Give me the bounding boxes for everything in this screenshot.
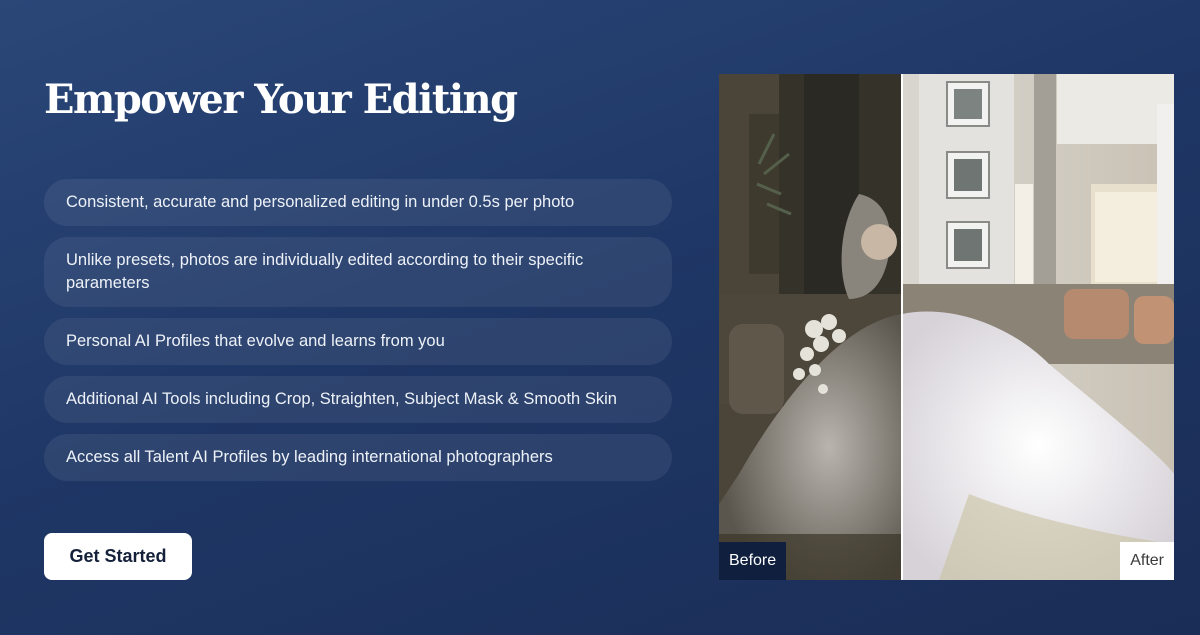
before-after-slider[interactable]: Before After: [719, 74, 1174, 580]
after-label: After: [1120, 542, 1174, 580]
feature-list: Consistent, accurate and personalized ed…: [44, 179, 672, 492]
feature-item: Unlike presets, photos are individually …: [44, 237, 672, 307]
feature-item: Consistent, accurate and personalized ed…: [44, 179, 672, 226]
feature-item: Additional AI Tools including Crop, Stra…: [44, 376, 672, 423]
before-label: Before: [719, 542, 787, 580]
slider-handle[interactable]: [901, 74, 903, 580]
get-started-button[interactable]: Get Started: [44, 533, 192, 580]
section-title: Empower Your Editing: [44, 76, 518, 123]
feature-item: Personal AI Profiles that evolve and lea…: [44, 318, 672, 365]
wedding-photo: [719, 74, 1174, 580]
feature-item: Access all Talent AI Profiles by leading…: [44, 434, 672, 481]
